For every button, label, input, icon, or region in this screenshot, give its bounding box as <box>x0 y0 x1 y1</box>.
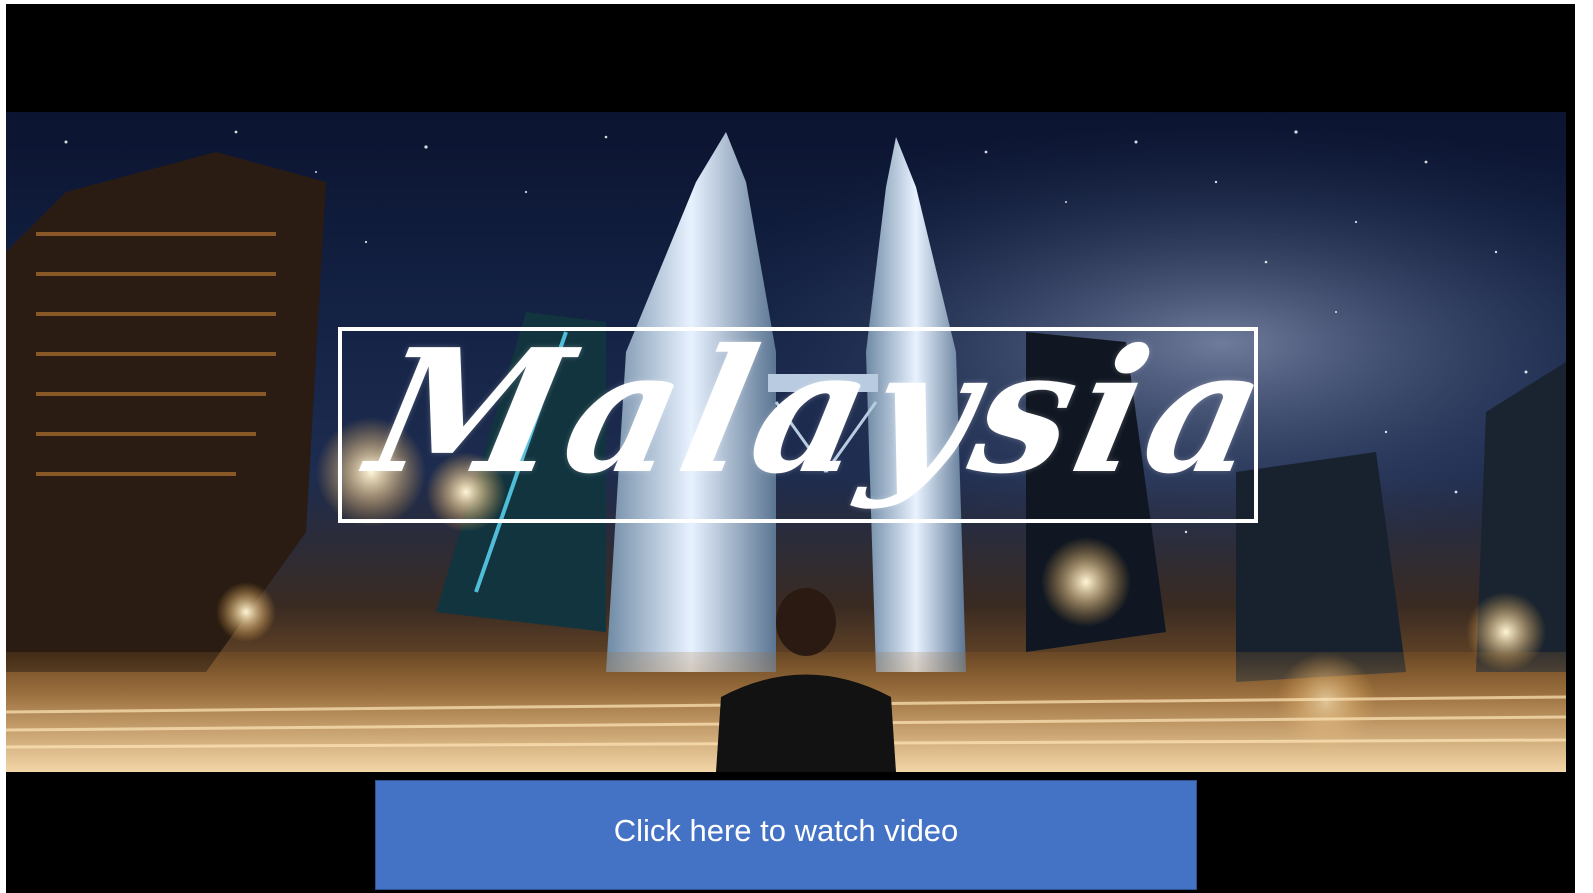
slide: Malaysia Click here to watch video <box>0 0 1593 893</box>
hero-image: Malaysia <box>6 112 1566 772</box>
watch-video-button-label: Click here to watch video <box>613 813 959 848</box>
watch-video-button[interactable]: Click here to watch video <box>375 780 1197 890</box>
hero-title: Malaysia <box>354 312 1288 512</box>
slide-right-edge <box>1575 0 1593 893</box>
slide-top-edge <box>0 0 1593 4</box>
